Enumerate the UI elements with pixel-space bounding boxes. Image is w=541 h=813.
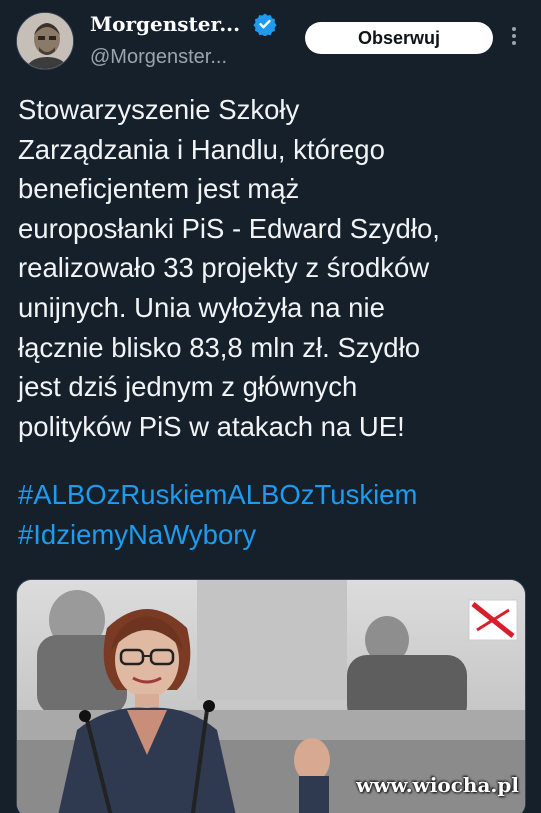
- author-avatar[interactable]: [16, 12, 74, 70]
- author-display-name[interactable]: Morgenster...: [90, 12, 240, 36]
- hashtag-list: #ALBOzRuskiemALBOzTuskiem #IdziemyNaWybo…: [18, 475, 528, 554]
- hashtag-link[interactable]: #ALBOzRuskiemALBOzTuskiem: [18, 475, 528, 515]
- tweet-header: Morgenster... @Morgenster... Obserwuj: [0, 0, 541, 80]
- author-handle[interactable]: @Morgenster...: [90, 46, 227, 69]
- site-watermark: www.wiocha.pl: [356, 773, 519, 797]
- follow-button[interactable]: Obserwuj: [305, 22, 493, 54]
- hashtag-link[interactable]: #IdziemyNaWybory: [18, 515, 528, 555]
- avatar-image: [17, 13, 73, 69]
- verified-badge-icon: [253, 13, 277, 36]
- more-options-icon[interactable]: [506, 24, 522, 52]
- tweet-text: Stowarzyszenie Szkoły Zarządzania i Hand…: [18, 94, 440, 442]
